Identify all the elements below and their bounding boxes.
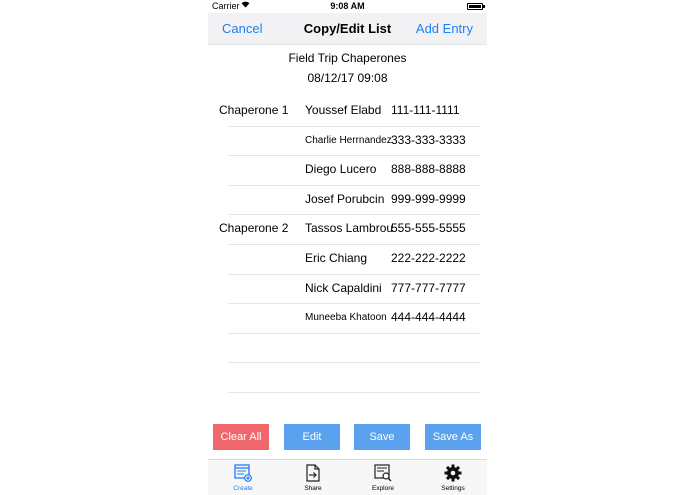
contact-phone: 999-999-9999 [391, 191, 466, 206]
status-bar: Carrier 9:08 AM [208, 0, 487, 13]
battery-icon [467, 3, 485, 10]
share-icon [306, 464, 320, 482]
list-row[interactable]: Eric Chiang 222-222-2222 [208, 245, 487, 275]
contact-phone: 555-555-5555 [391, 221, 466, 236]
list-row[interactable]: Chaperone 1 Youssef Elabd 111-111-1111 [208, 97, 487, 127]
contact-phone: 111-111-1111 [391, 103, 460, 117]
contact-name: Nick Capaldini [305, 280, 382, 295]
group-label: Chaperone 1 [219, 103, 289, 117]
group-label: Chaperone 2 [219, 221, 289, 236]
tab-create[interactable]: Create [208, 460, 278, 495]
list-date: 08/12/17 09:08 [307, 71, 388, 85]
phone-screen: Carrier 9:08 AM Cancel Copy/Edit List Ad… [208, 0, 487, 495]
contact-name: Josef Porubcin [305, 191, 385, 206]
contact-name: Charlie Herrnandez [305, 134, 392, 146]
tab-explore[interactable]: Explore [348, 460, 418, 495]
settings-icon [444, 464, 462, 482]
list-row[interactable]: Josef Porubcin 999-999-9999 [208, 186, 487, 216]
contact-name: Diego Lucero [305, 162, 377, 177]
contact-name: Eric Chiang [305, 251, 368, 265]
tab-label-create: Create [233, 485, 253, 492]
status-time: 9:08 AM [330, 1, 365, 11]
list-row[interactable]: Charlie Herrnandez 333-333-3333 [208, 127, 487, 157]
contact-phone: 222-222-2222 [391, 251, 466, 265]
contact-phone: 333-333-3333 [391, 132, 466, 147]
edit-button[interactable]: Edit [284, 424, 340, 450]
save-button[interactable]: Save [354, 424, 410, 450]
tab-bar: Create Share Explore Settings [208, 459, 487, 495]
nav-bar: Cancel Copy/Edit List Add Entry [208, 13, 487, 45]
tab-label-share: Share [304, 485, 322, 492]
list-name: Field Trip Chaperones [288, 51, 407, 65]
contact-name: Youssef Elabd [305, 103, 382, 117]
contact-phone: 888-888-8888 [391, 162, 466, 177]
contact-name: Tassos Lambrou [305, 221, 394, 236]
add-entry-button[interactable]: Add Entry [416, 21, 473, 36]
create-icon [234, 464, 252, 482]
tab-label-explore: Explore [371, 485, 395, 492]
explore-icon [374, 464, 392, 482]
tab-label-settings: Settings [441, 485, 465, 492]
row-divider [228, 391, 480, 393]
tab-share[interactable]: Share [278, 460, 348, 495]
list-row[interactable]: Diego Lucero 888-888-8888 [208, 156, 487, 186]
tab-settings[interactable]: Settings [418, 460, 488, 495]
list-row[interactable] [208, 334, 487, 364]
list-row[interactable]: Chaperone 2 Tassos Lambrou 555-555-5555 [208, 215, 487, 245]
contact-name: Muneeba Khatoon [305, 312, 387, 324]
clear-all-button[interactable]: Clear All [213, 424, 269, 450]
list-row[interactable]: Nick Capaldini 777-777-7777 [208, 275, 487, 305]
contact-phone: 777-777-7777 [391, 280, 466, 295]
save-as-button[interactable]: Save As [425, 424, 481, 450]
list-row[interactable]: Muneeba Khatoon 444-444-4444 [208, 304, 487, 334]
contact-phone: 444-444-4444 [391, 310, 466, 325]
list-row[interactable] [208, 363, 487, 393]
